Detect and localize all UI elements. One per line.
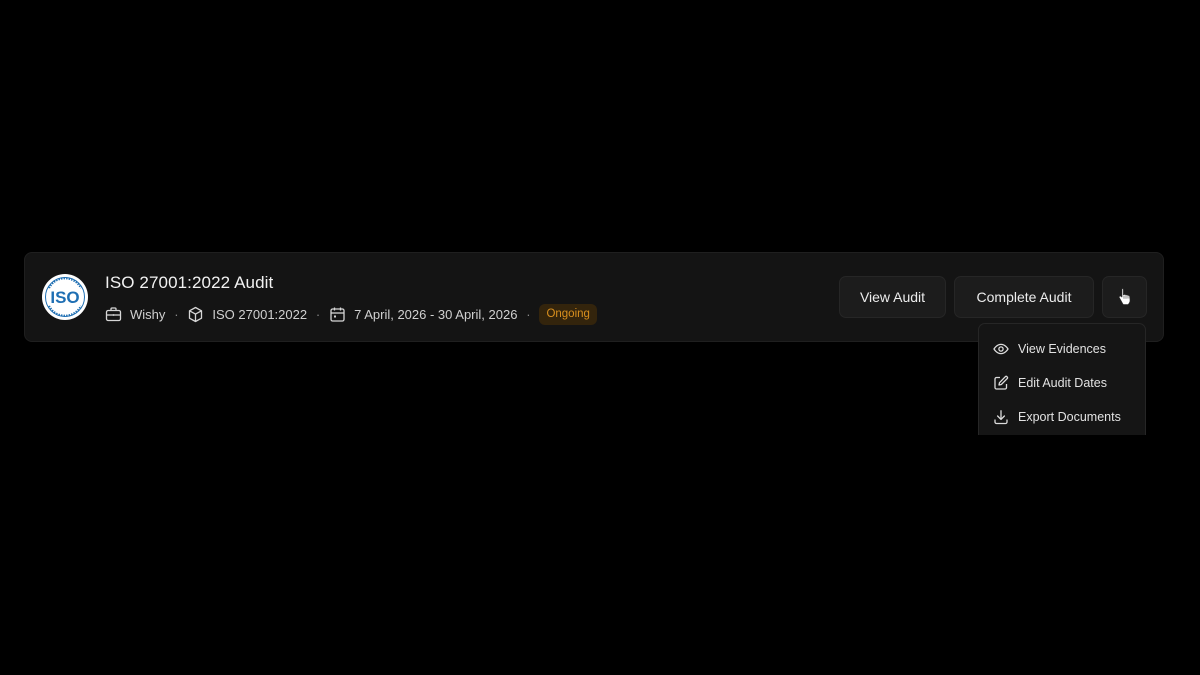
menu-item-label: Export Documents bbox=[1018, 410, 1121, 424]
more-actions-button[interactable] bbox=[1102, 276, 1147, 318]
menu-item-export-documents[interactable]: Export Documents bbox=[979, 400, 1145, 434]
menu-item-view-evidences[interactable]: View Evidences bbox=[979, 332, 1145, 366]
eye-icon bbox=[993, 341, 1009, 357]
date-range: 7 April, 2026 - 30 April, 2026 bbox=[354, 306, 518, 322]
meta-separator: · bbox=[174, 306, 179, 322]
view-audit-button[interactable]: View Audit bbox=[839, 276, 946, 318]
cube-icon bbox=[187, 306, 204, 323]
iso-logo: ISO bbox=[42, 274, 88, 320]
audit-title: ISO 27001:2022 Audit bbox=[105, 273, 274, 292]
calendar-icon bbox=[329, 306, 346, 323]
status-badge: Ongoing bbox=[539, 303, 597, 325]
meta-company: Wishy bbox=[105, 306, 165, 323]
download-icon bbox=[993, 409, 1009, 425]
pointer-hand-icon bbox=[1117, 287, 1133, 308]
svg-text:ISO: ISO bbox=[50, 288, 79, 307]
framework-name: ISO 27001:2022 bbox=[212, 306, 308, 322]
meta-framework: ISO 27001:2022 bbox=[187, 306, 307, 323]
complete-audit-button[interactable]: Complete Audit bbox=[954, 276, 1094, 318]
menu-item-label: View Evidences bbox=[1018, 342, 1107, 356]
actions-dropdown-menu: View Evidences Edit Audit Dates Export D… bbox=[978, 323, 1146, 435]
audit-meta: Wishy · ISO 27001:2022 · 7 April, 2026 -… bbox=[105, 303, 597, 325]
meta-separator: · bbox=[526, 306, 531, 322]
menu-item-label: Edit Audit Dates bbox=[1018, 376, 1107, 390]
meta-separator: · bbox=[315, 306, 321, 322]
briefcase-icon bbox=[105, 306, 122, 323]
edit-icon bbox=[993, 375, 1009, 391]
menu-item-edit-audit-dates[interactable]: Edit Audit Dates bbox=[979, 366, 1145, 400]
meta-dates: 7 April, 2026 - 30 April, 2026 bbox=[329, 306, 517, 323]
page-root: ISO ISO 27001:2022 Audit Wishy · ISO 270… bbox=[0, 0, 1200, 675]
company-name: Wishy bbox=[130, 306, 166, 322]
